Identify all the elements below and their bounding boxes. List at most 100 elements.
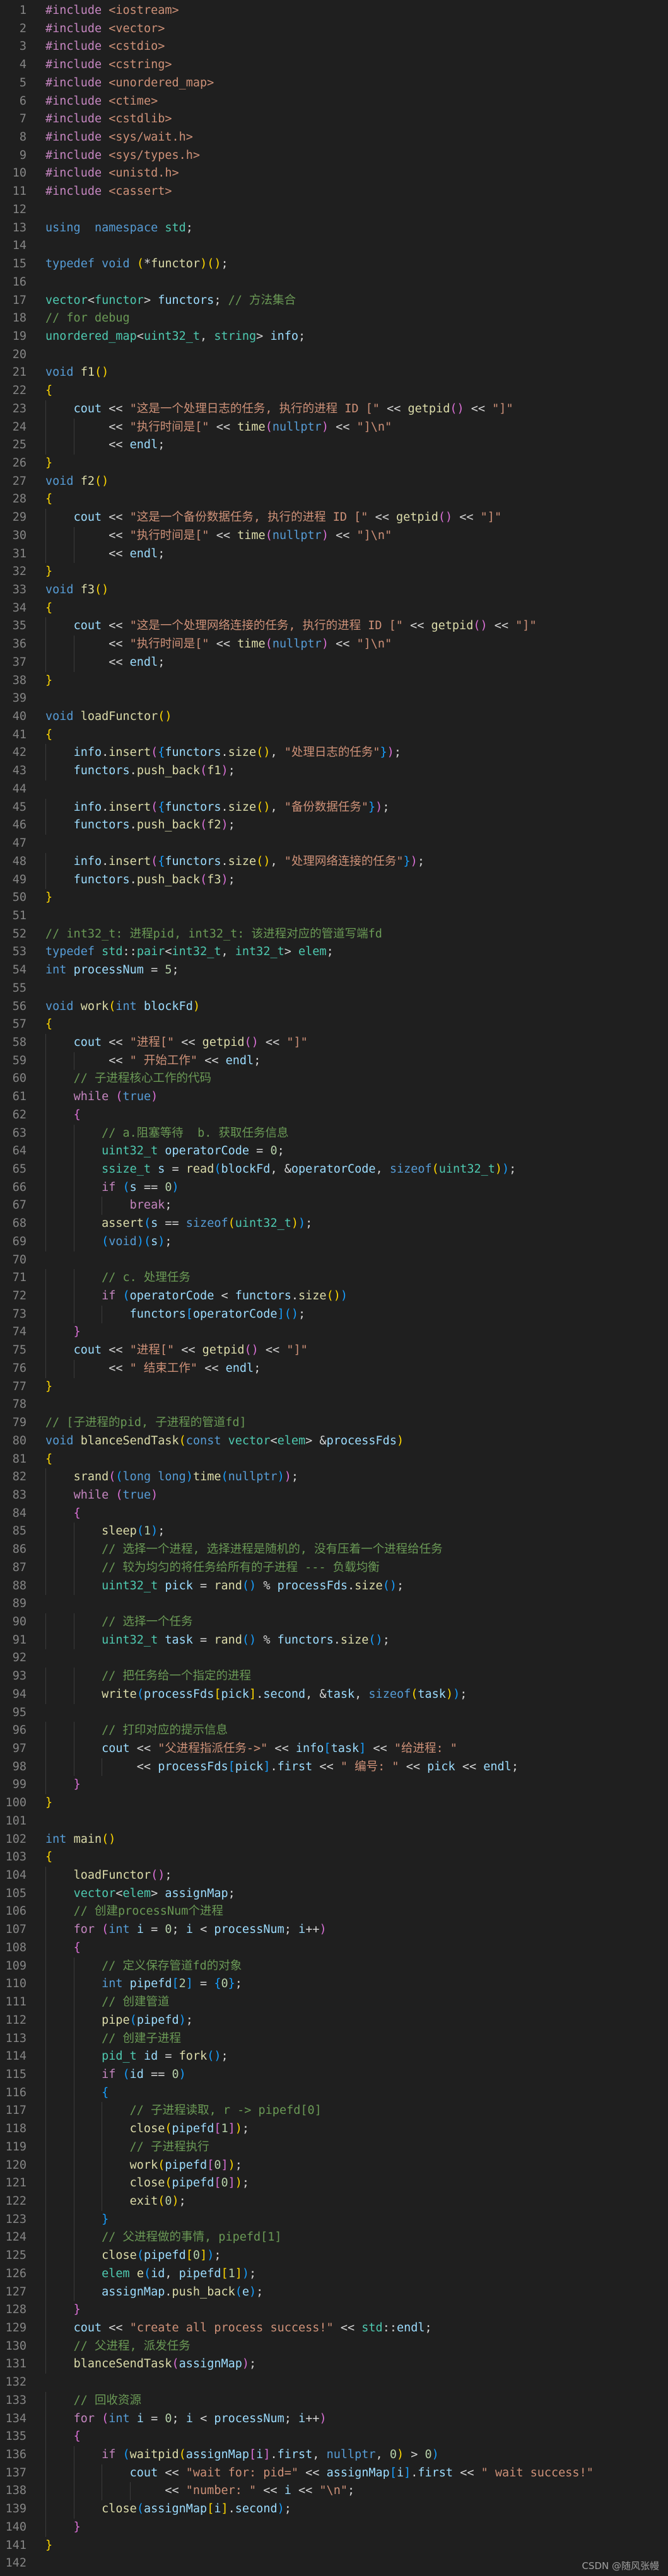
code-line[interactable]: 18 // for debug	[0, 310, 668, 328]
code-line[interactable]: 75 cout << "进程[" << getpid() << "]"	[0, 1342, 668, 1360]
code-line[interactable]: 112 pipe(pipefd);	[0, 2011, 668, 2030]
code-line[interactable]: 123 }	[0, 2210, 668, 2229]
code-line[interactable]: 60 // 子进程核心工作的代码	[0, 1070, 668, 1089]
code-line[interactable]: 105 vector<elem> assignMap;	[0, 1884, 668, 1903]
code-line[interactable]: 32}	[0, 563, 668, 581]
code-line[interactable]: 89	[0, 1595, 668, 1613]
code-line[interactable]: 77}	[0, 1378, 668, 1396]
code-line[interactable]: 59 << " 开始工作" << endl;	[0, 1052, 668, 1070]
code-line[interactable]: 138 << "number: " << i << "\n";	[0, 2482, 668, 2501]
code-line[interactable]: 31 << endl;	[0, 545, 668, 564]
code-line[interactable]: 140 }	[0, 2518, 668, 2537]
code-line[interactable]: 133 // 回收资源	[0, 2391, 668, 2410]
code-line[interactable]: 27 void f2()	[0, 473, 668, 491]
code-line[interactable]: 94 write(processFds[pick].second, &task,…	[0, 1685, 668, 1704]
code-line[interactable]: 90 // 选择一个任务	[0, 1613, 668, 1632]
code-line[interactable]: 78	[0, 1396, 668, 1414]
code-line[interactable]: 38}	[0, 672, 668, 690]
code-line[interactable]: 22 {	[0, 382, 668, 400]
code-line[interactable]: 15 typedef void (*functor)();	[0, 255, 668, 274]
code-line[interactable]: 76 << " 结束工作" << endl;	[0, 1359, 668, 1378]
code-line[interactable]: 70	[0, 1251, 668, 1270]
code-line[interactable]: 52 // int32_t: 进程pid, int32_t: 该进程对应的管道写端…	[0, 925, 668, 944]
code-line[interactable]: 5 #include <unordered_map>	[0, 74, 668, 93]
code-line[interactable]: 63 // a.阻塞等待 b. 获取任务信息	[0, 1124, 668, 1143]
code-line[interactable]: 4 #include <cstring>	[0, 56, 668, 74]
code-line[interactable]: 71 // c. 处理任务	[0, 1269, 668, 1288]
code-line[interactable]: 120 work(pipefd[0]);	[0, 2156, 668, 2175]
code-line[interactable]: 47	[0, 835, 668, 853]
code-line[interactable]: 21 void f1()	[0, 364, 668, 382]
code-line[interactable]: 43 functors.push_back(f1);	[0, 762, 668, 780]
code-line[interactable]: 7 #include <cstdlib>	[0, 110, 668, 129]
code-line[interactable]: 126 elem e(id, pipefd[1]);	[0, 2265, 668, 2283]
code-line[interactable]: 82 srand((long long)time(nullptr));	[0, 1468, 668, 1487]
code-line[interactable]: 83 while (true)	[0, 1486, 668, 1505]
code-line[interactable]: 1 #include <iostream>	[0, 2, 668, 20]
code-line[interactable]: 56 void work(int blockFd)	[0, 998, 668, 1016]
code-line[interactable]: 42 info.insert({functors.size(), "处理日志的任…	[0, 744, 668, 763]
code-line[interactable]: 108 {	[0, 1939, 668, 1958]
code-line[interactable]: 72 if (operatorCode < functors.size())	[0, 1287, 668, 1306]
code-line[interactable]: 122 exit(0);	[0, 2192, 668, 2211]
code-line[interactable]: 69 (void)(s);	[0, 1233, 668, 1251]
code-line[interactable]: 48 info.insert({functors.size(), "处理网络连接…	[0, 852, 668, 871]
code-line[interactable]: 106 // 创建processNum个进程	[0, 1903, 668, 1922]
code-line[interactable]: 100}	[0, 1794, 668, 1813]
code-line[interactable]: 8 #include <sys/wait.h>	[0, 129, 668, 147]
code-line[interactable]: 33 void f3()	[0, 581, 668, 600]
code-line[interactable]: 19 unordered_map<uint32_t, string> info;	[0, 328, 668, 346]
code-line[interactable]: 30 << "执行时间是[" << time(nullptr) << "]\n"	[0, 526, 668, 545]
code-line[interactable]: 23 cout << "这是一个处理日志的任务, 执行的进程 ID [" << …	[0, 400, 668, 419]
code-line[interactable]: 25 << endl;	[0, 436, 668, 455]
code-line[interactable]: 14	[0, 237, 668, 255]
code-line[interactable]: 102 int main()	[0, 1831, 668, 1849]
code-line[interactable]: 54 int processNum = 5;	[0, 961, 668, 980]
code-line[interactable]: 41 {	[0, 726, 668, 745]
code-line[interactable]: 135 {	[0, 2428, 668, 2447]
code-line[interactable]: 93 // 把任务给一个指定的进程	[0, 1668, 668, 1686]
code-line[interactable]: 73 functors[operatorCode]();	[0, 1305, 668, 1324]
code-line[interactable]: 66 if (s == 0)	[0, 1178, 668, 1197]
code-line[interactable]: 91 uint32_t task = rand() % functors.siz…	[0, 1631, 668, 1650]
code-line[interactable]: 96 // 打印对应的提示信息	[0, 1722, 668, 1740]
code-lines[interactable]: 1 #include <iostream> 2 #include <vector> 3 #…	[0, 0, 668, 2573]
code-line[interactable]: 35 cout << "这是一个处理网络连接的任务, 执行的进程 ID [" <…	[0, 617, 668, 636]
code-line[interactable]: 103 {	[0, 1848, 668, 1867]
code-line[interactable]: 3 #include <cstdio>	[0, 38, 668, 56]
code-line[interactable]: 121 close(pipefd[0]);	[0, 2174, 668, 2193]
code-line[interactable]: 67 break;	[0, 1197, 668, 1215]
code-line[interactable]: 20	[0, 346, 668, 364]
code-line[interactable]: 130 // 父进程, 派发任务	[0, 2337, 668, 2356]
code-line[interactable]: 34 {	[0, 600, 668, 618]
code-line[interactable]: 92	[0, 1649, 668, 1668]
code-line[interactable]: 113 // 创建子进程	[0, 2029, 668, 2048]
code-line[interactable]: 50}	[0, 889, 668, 907]
code-line[interactable]: 13 using namespace std;	[0, 219, 668, 238]
code-line[interactable]: 127 assignMap.push_back(e);	[0, 2283, 668, 2302]
code-line[interactable]: 124 // 父进程做的事情, pipefd[1]	[0, 2229, 668, 2248]
code-line[interactable]: 37 << endl;	[0, 653, 668, 672]
code-line[interactable]: 51	[0, 907, 668, 925]
code-line[interactable]: 2 #include <vector>	[0, 20, 668, 38]
code-line[interactable]: 137 cout << "wait for: pid=" << assignMa…	[0, 2464, 668, 2483]
code-line[interactable]: 65 ssize_t s = read(blockFd, &operatorCo…	[0, 1161, 668, 1179]
code-line[interactable]: 36 << "执行时间是[" << time(nullptr) << "]\n"	[0, 635, 668, 654]
code-line[interactable]: 109 // 定义保存管道fd的对象	[0, 1957, 668, 1976]
code-line[interactable]: 97 cout << "父进程指派任务->" << info[task] << …	[0, 1740, 668, 1758]
code-line[interactable]: 86 // 选择一个进程, 选择进程是随机的, 没有压着一个进程给任务	[0, 1541, 668, 1559]
code-line[interactable]: 139 close(assignMap[i].second);	[0, 2500, 668, 2519]
code-line[interactable]: 16	[0, 274, 668, 292]
code-line[interactable]: 99 }	[0, 1776, 668, 1795]
code-editor[interactable]: 1 #include <iostream> 2 #include <vector> 3 #…	[0, 0, 668, 2576]
code-line[interactable]: 17 vector<functor> functors; // 方法集合	[0, 292, 668, 310]
code-line[interactable]: 26}	[0, 455, 668, 473]
code-line[interactable]: 117 // 子进程读取, r -> pipefd[0]	[0, 2102, 668, 2121]
code-line[interactable]: 142	[0, 2555, 668, 2573]
code-line[interactable]: 29 cout << "这是一个备份数据任务, 执行的进程 ID [" << g…	[0, 509, 668, 527]
code-line[interactable]: 62 {	[0, 1106, 668, 1125]
code-line[interactable]: 115 if (id == 0)	[0, 2065, 668, 2084]
code-line[interactable]: 61 while (true)	[0, 1088, 668, 1106]
code-line[interactable]: 58 cout << "进程[" << getpid() << "]"	[0, 1033, 668, 1052]
code-line[interactable]: 110 int pipefd[2] = {0};	[0, 1975, 668, 1994]
